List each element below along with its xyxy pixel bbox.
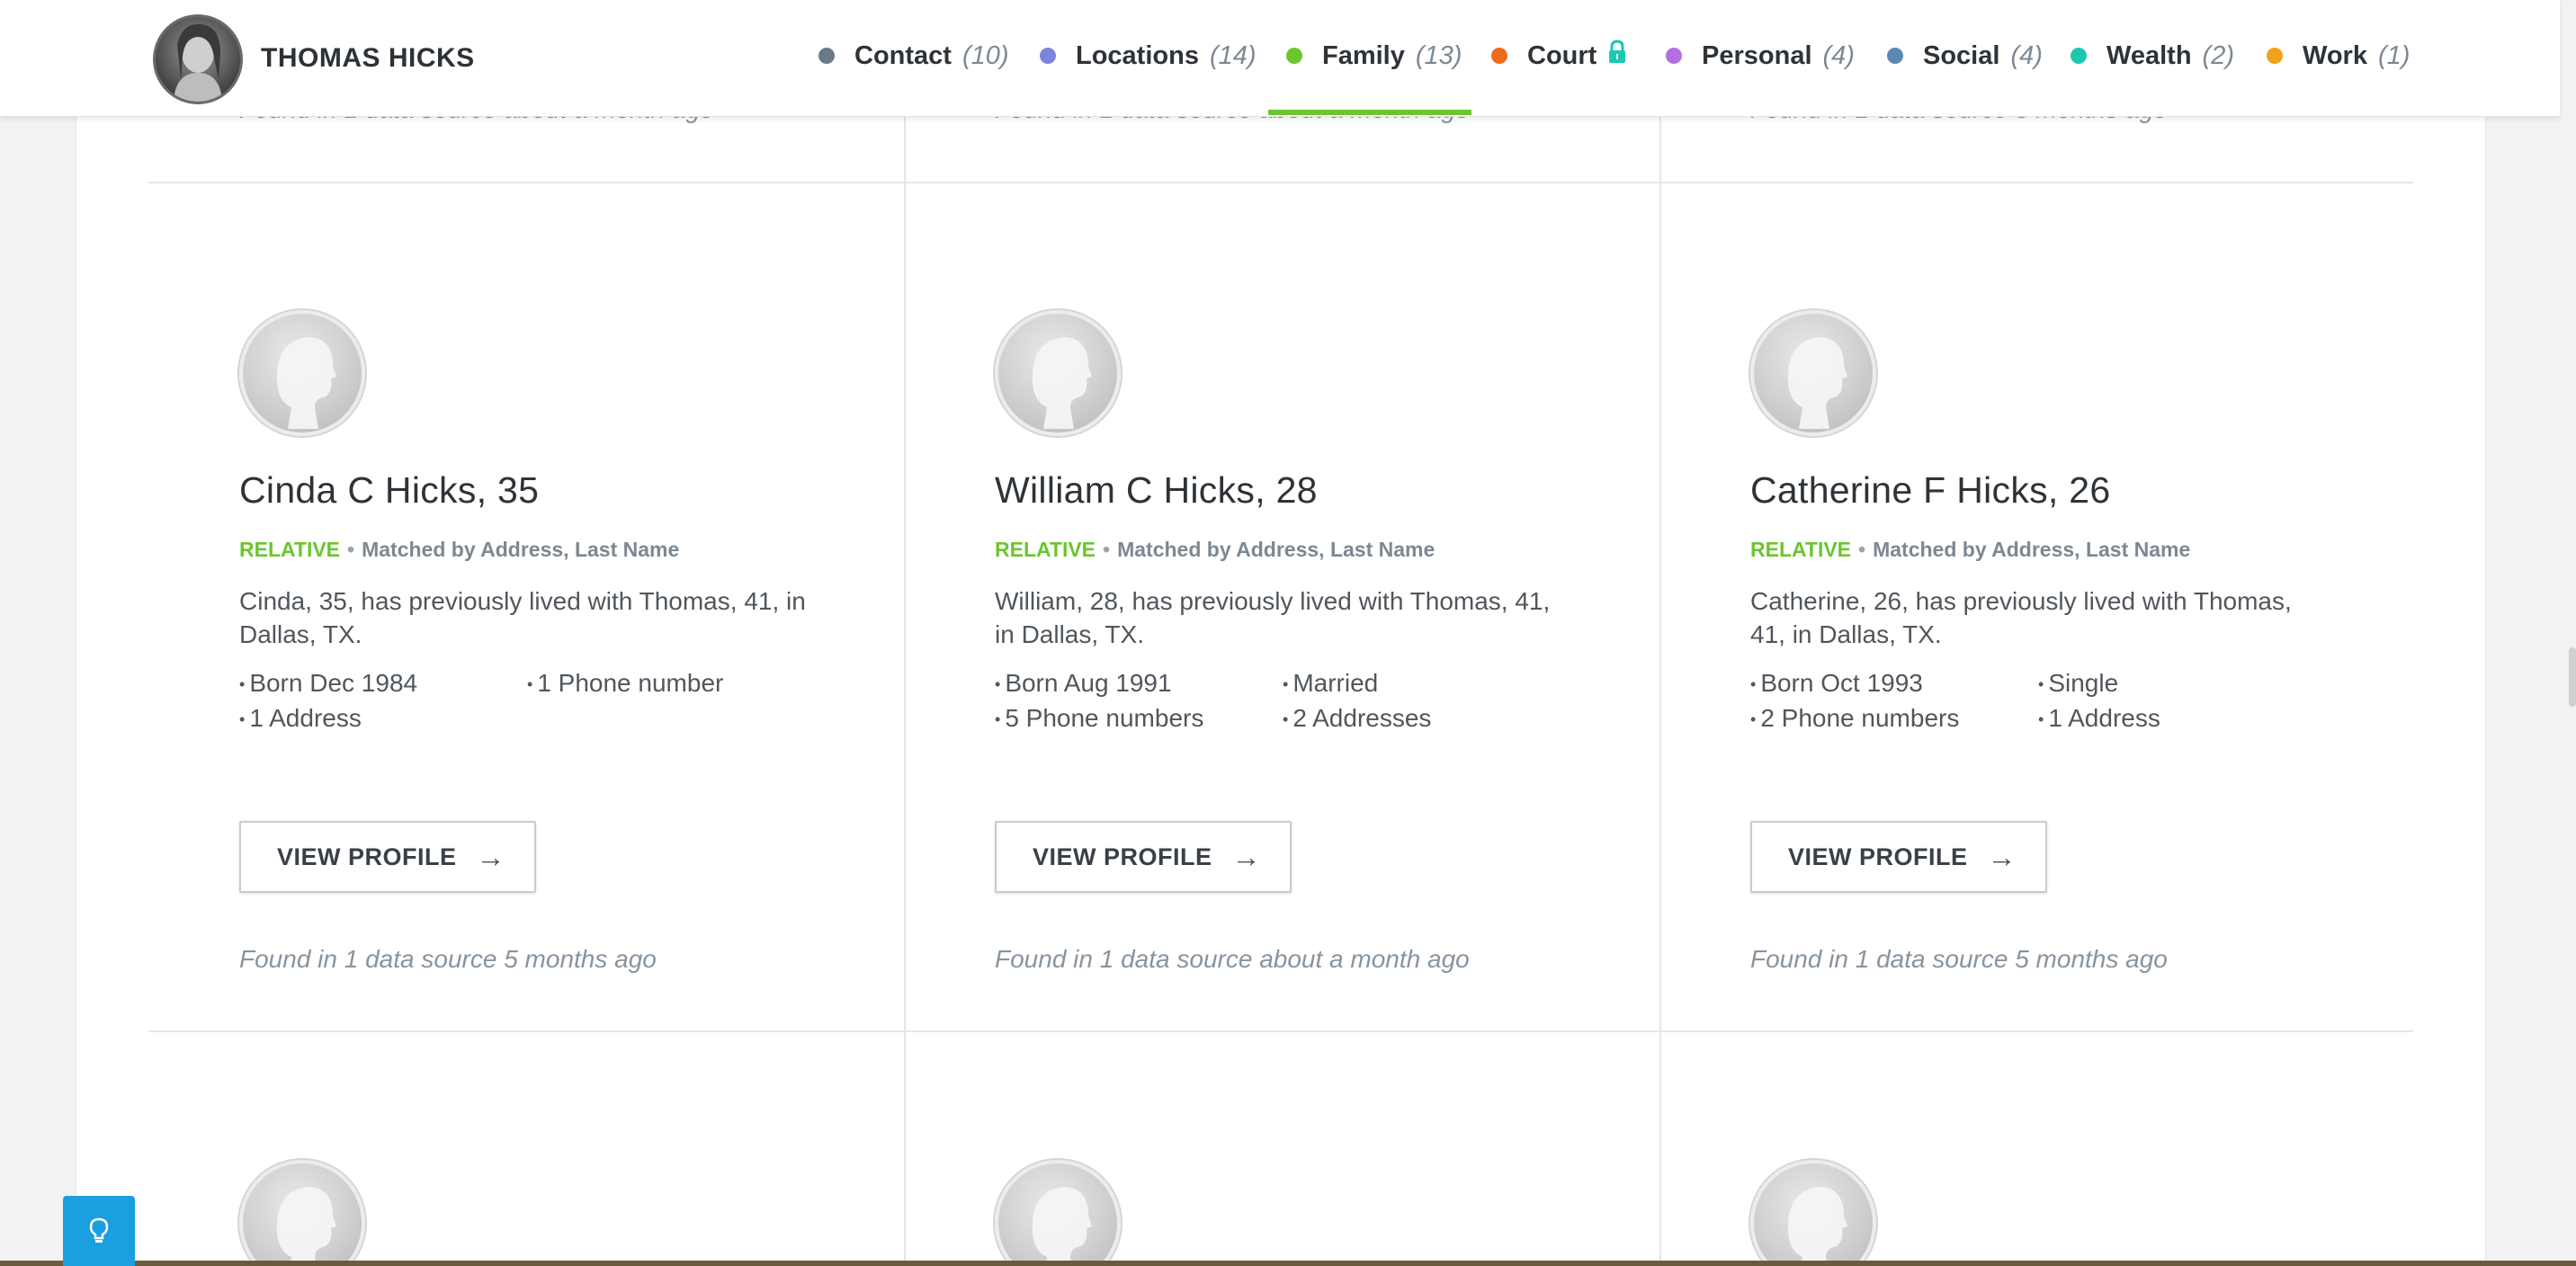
profile-header: THOMAS HICKS Contact (10) Locations (14)…: [0, 0, 2560, 117]
relative-meta: RELATIVE • Matched by Address, Last Name: [1750, 538, 2191, 561]
arrow-right-icon: →: [1231, 840, 1262, 873]
tab-label: Social: [1923, 40, 2000, 70]
tab-social[interactable]: Social (4): [1887, 38, 2043, 74]
tab-label: Personal: [1702, 40, 1812, 70]
relative-tag: RELATIVE: [1750, 538, 1852, 561]
tab-count: (2): [2202, 40, 2234, 70]
relative-avatar: [1750, 1160, 1876, 1266]
scrollbar-thumb[interactable]: [2569, 647, 2576, 707]
tab-count: (14): [1209, 40, 1257, 70]
view-profile-label: VIEW PROFILE: [1033, 843, 1212, 870]
window-bottom-edge: [0, 1261, 2576, 1266]
relative-avatar: [1750, 310, 1876, 436]
tab-color-dot: [2267, 48, 2283, 64]
fact-item: 1 Phone number: [527, 669, 815, 699]
relative-avatar: [239, 1160, 365, 1266]
tab-wealth[interactable]: Wealth (2): [2071, 38, 2234, 74]
tab-work[interactable]: Work (1): [2267, 38, 2410, 74]
column-divider: [1659, 0, 1661, 1266]
tab-color-dot: [1286, 48, 1302, 64]
tab-contact[interactable]: Contact (10): [818, 38, 1009, 74]
fact-item: Married: [1283, 669, 1570, 699]
fact-item: 2 Addresses: [1283, 704, 1570, 734]
fact-item: Single: [2038, 669, 2326, 699]
relative-name[interactable]: William C Hicks, 28: [995, 469, 1318, 512]
fact-item: Born Dec 1984: [239, 669, 527, 699]
tab-court[interactable]: Court: [1491, 38, 1627, 74]
person-silhouette-icon: [1787, 337, 1847, 429]
person-silhouette-icon: [1787, 1187, 1847, 1266]
person-silhouette-icon: [276, 337, 336, 429]
profile-name: THOMAS HICKS: [261, 43, 475, 73]
relative-facts: Born Dec 1984 1 Phone number 1 Address: [239, 669, 815, 734]
relative-avatar: [239, 310, 365, 436]
relative-facts: Born Aug 1991 Married 5 Phone numbers 2 …: [995, 669, 1570, 734]
active-tab-indicator: [1268, 110, 1471, 115]
fact-item: Born Oct 1993: [1750, 669, 2038, 699]
person-silhouette-icon: [1032, 1187, 1092, 1266]
tab-count: (10): [962, 40, 1009, 70]
match-reason: Matched by Address, Last Name: [362, 538, 680, 561]
tab-color-dot: [1491, 48, 1507, 64]
tab-label: Locations: [1076, 40, 1199, 70]
relative-description: William, 28, has previously lived with T…: [995, 587, 1551, 648]
tab-count: (1): [2377, 40, 2411, 70]
relative-description: Catherine, 26, has previously lived with…: [1750, 587, 2292, 648]
fact-item: Born Aug 1991: [995, 669, 1283, 699]
fact-item: 1 Address: [2038, 704, 2326, 734]
help-button[interactable]: [63, 1196, 135, 1266]
view-profile-button[interactable]: VIEW PROFILE →: [995, 821, 1292, 893]
tab-label: Wealth: [2106, 40, 2192, 70]
match-reason: Matched by Address, Last Name: [1873, 538, 2191, 561]
tab-family[interactable]: Family (13): [1286, 38, 1462, 74]
relative-description: Cinda, 35, has previously lived with Tho…: [239, 587, 806, 648]
tab-color-dot: [2071, 48, 2087, 64]
tab-color-dot: [818, 48, 835, 64]
profile-avatar[interactable]: [153, 14, 243, 104]
person-photo-icon: [174, 23, 222, 102]
tab-label: Family: [1322, 40, 1405, 70]
tab-count: (4): [2010, 40, 2043, 70]
relative-name[interactable]: Cinda C Hicks, 35: [239, 469, 539, 512]
person-silhouette-icon: [1032, 337, 1092, 429]
tab-personal[interactable]: Personal (4): [1666, 38, 1855, 74]
relative-name[interactable]: Catherine F Hicks, 26: [1750, 469, 2111, 512]
view-profile-label: VIEW PROFILE: [277, 843, 457, 870]
tab-locations[interactable]: Locations (14): [1040, 38, 1257, 74]
tab-color-dot: [1040, 48, 1056, 64]
row-divider: [148, 182, 2413, 183]
tab-label: Contact: [854, 40, 952, 70]
relative-avatar: [995, 310, 1121, 436]
view-profile-button[interactable]: VIEW PROFILE →: [239, 821, 536, 893]
found-text: Found in 1 data source about a month ago: [995, 945, 1470, 973]
arrow-right-icon: →: [476, 840, 506, 873]
tab-color-dot: [1666, 48, 1682, 64]
relative-tag: RELATIVE: [239, 538, 341, 561]
relative-avatar: [995, 1160, 1121, 1266]
relative-tag: RELATIVE: [995, 538, 1096, 561]
relative-facts: Born Oct 1993 Single 2 Phone numbers 1 A…: [1750, 669, 2326, 734]
tab-label: Work: [2303, 40, 2367, 70]
match-reason: Matched by Address, Last Name: [1117, 538, 1436, 561]
tab-count: (4): [1822, 40, 1855, 70]
view-profile-button[interactable]: VIEW PROFILE →: [1750, 821, 2047, 893]
person-silhouette-icon: [276, 1187, 336, 1266]
found-text: Found in 1 data source 5 months ago: [1750, 945, 2168, 973]
relative-meta: RELATIVE • Matched by Address, Last Name: [239, 538, 680, 561]
lightbulb-icon: [89, 1217, 109, 1243]
tab-color-dot: [1887, 48, 1903, 64]
tab-count: (13): [1415, 40, 1462, 70]
view-profile-label: VIEW PROFILE: [1788, 843, 1968, 870]
row-divider: [148, 1030, 2413, 1032]
fact-item: 2 Phone numbers: [1750, 704, 2038, 734]
fact-item: 1 Address: [239, 704, 527, 734]
tab-label: Court: [1527, 40, 1597, 70]
arrow-right-icon: →: [1987, 840, 2017, 873]
column-divider: [904, 0, 906, 1266]
found-text: Found in 1 data source 5 months ago: [239, 945, 657, 973]
results-panel: Found in 1 data source about a month ago…: [76, 0, 2486, 1266]
relative-meta: RELATIVE • Matched by Address, Last Name: [995, 538, 1436, 561]
fact-item: 5 Phone numbers: [995, 704, 1283, 734]
lock-icon: [1607, 40, 1627, 72]
